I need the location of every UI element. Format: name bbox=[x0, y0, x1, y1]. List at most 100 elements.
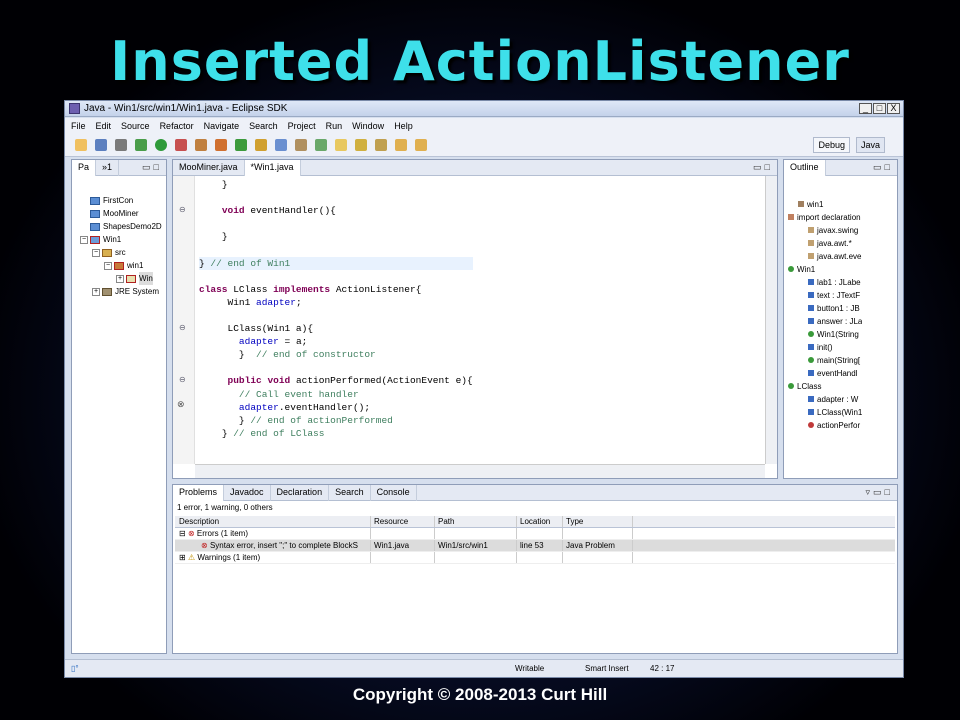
external-tools-icon[interactable] bbox=[175, 138, 187, 151]
highlight-icon[interactable] bbox=[335, 138, 347, 151]
new-java-project-icon[interactable] bbox=[195, 138, 207, 151]
tab-console[interactable]: Console bbox=[371, 484, 417, 501]
new-icon[interactable] bbox=[75, 138, 87, 151]
expand-icon[interactable]: ⊞ bbox=[179, 553, 188, 562]
table-row[interactable]: ⊟ ⊗ Errors (1 item) bbox=[175, 528, 895, 540]
open-type-icon[interactable] bbox=[255, 138, 267, 151]
tab-problems[interactable]: Problems bbox=[173, 484, 225, 501]
class-icon bbox=[788, 383, 794, 389]
project-folder-icon bbox=[90, 196, 100, 205]
import-icon bbox=[808, 227, 814, 233]
menu-run[interactable]: Run bbox=[326, 121, 343, 131]
col-description[interactable]: Description bbox=[175, 516, 371, 527]
tab-overflow[interactable]: »1 bbox=[96, 159, 120, 176]
editor-horizontal-scrollbar[interactable] bbox=[195, 464, 765, 478]
fold-icon[interactable]: ⊖ bbox=[179, 375, 186, 384]
outline-item[interactable]: LClass(Win1 bbox=[788, 406, 862, 419]
outline-item[interactable]: import declaration bbox=[788, 211, 862, 224]
run-icon[interactable] bbox=[155, 138, 167, 151]
forward-arrow-icon[interactable] bbox=[415, 138, 427, 151]
panel-minmax-icon[interactable]: ▭□ bbox=[873, 162, 893, 173]
collapse-icon[interactable]: ⊟ bbox=[179, 529, 188, 538]
open-folder-icon[interactable] bbox=[295, 138, 307, 151]
outline-item[interactable]: javax.swing bbox=[788, 224, 862, 237]
save-icon[interactable] bbox=[95, 138, 107, 151]
menu-project[interactable]: Project bbox=[288, 121, 316, 131]
outline-item[interactable]: java.awt.eve bbox=[788, 250, 862, 263]
tab-win1-java[interactable]: *Win1.java bbox=[244, 159, 301, 176]
outline-item[interactable]: LClass bbox=[788, 380, 862, 393]
outline-item[interactable]: win1 bbox=[788, 198, 862, 211]
menu-source[interactable]: Source bbox=[121, 121, 150, 131]
new-package-icon[interactable] bbox=[215, 138, 227, 151]
fold-icon[interactable]: ⊖ bbox=[179, 323, 186, 332]
tree-item[interactable]: − win1 bbox=[76, 259, 162, 272]
tree-item[interactable]: + JRE System bbox=[76, 285, 162, 298]
tab-package-explorer[interactable]: Pa bbox=[72, 159, 97, 176]
menu-file[interactable]: File bbox=[71, 121, 86, 131]
tree-item[interactable]: MooMiner bbox=[76, 207, 162, 220]
prev-annotation-icon[interactable] bbox=[375, 138, 387, 151]
outline-item[interactable]: main(String[ bbox=[788, 354, 862, 367]
outline-item[interactable]: Win1 bbox=[788, 263, 862, 276]
tab-javadoc[interactable]: Javadoc bbox=[224, 484, 271, 501]
col-location[interactable]: Location bbox=[517, 516, 563, 527]
tab-search[interactable]: Search bbox=[329, 484, 371, 501]
menu-refactor[interactable]: Refactor bbox=[160, 121, 194, 131]
menu-navigate[interactable]: Navigate bbox=[204, 121, 240, 131]
col-type[interactable]: Type bbox=[563, 516, 633, 527]
tree-item[interactable]: + Win bbox=[76, 272, 162, 285]
outline-item[interactable]: actionPerfor bbox=[788, 419, 862, 432]
minimize-button[interactable]: _ bbox=[859, 103, 872, 114]
panel-minmax-icon[interactable]: ▿▭□ bbox=[866, 487, 893, 498]
panel-minmax-icon[interactable]: ▭□ bbox=[142, 162, 162, 173]
tab-moominer-java[interactable]: MooMiner.java bbox=[173, 159, 245, 176]
editor-gutter: ⊖ ⊖ ⊖ ⊗ bbox=[173, 176, 195, 464]
col-path[interactable]: Path bbox=[435, 516, 517, 527]
tab-outline[interactable]: Outline bbox=[784, 159, 826, 176]
outline-item[interactable]: text : JTextF bbox=[788, 289, 862, 302]
main-toolbar bbox=[65, 133, 903, 157]
tree-item[interactable]: − src bbox=[76, 246, 162, 259]
fast-view-icon[interactable]: ▯° bbox=[71, 664, 79, 673]
outline-item[interactable]: lab1 : JLabe bbox=[788, 276, 862, 289]
error-marker-icon[interactable]: ⊗ bbox=[177, 399, 185, 410]
field-icon bbox=[808, 318, 814, 324]
project-folder-icon bbox=[90, 222, 100, 231]
fold-icon[interactable]: ⊖ bbox=[179, 205, 186, 214]
outline-item[interactable]: java.awt.* bbox=[788, 237, 862, 250]
perspective-debug[interactable]: Debug bbox=[813, 137, 850, 153]
outline-item[interactable]: Win1(String bbox=[788, 328, 862, 341]
col-resource[interactable]: Resource bbox=[371, 516, 435, 527]
perspective-java[interactable]: Java bbox=[855, 137, 885, 153]
panel-minmax-icon[interactable]: ▭□ bbox=[753, 162, 773, 173]
tree-item[interactable]: FirstCon bbox=[76, 194, 162, 207]
new-class-icon[interactable] bbox=[235, 138, 247, 151]
maximize-button[interactable]: □ bbox=[873, 103, 886, 114]
problems-panel: Problems Javadoc Declaration Search Cons… bbox=[172, 484, 898, 654]
outline-item[interactable]: eventHandl bbox=[788, 367, 862, 380]
table-row[interactable]: ⊗ Syntax error, insert ";" to complete B… bbox=[175, 540, 895, 552]
toggle-mark-icon[interactable] bbox=[315, 138, 327, 151]
tree-item[interactable]: ShapesDemo2D bbox=[76, 220, 162, 233]
outline-item[interactable]: answer : JLa bbox=[788, 315, 862, 328]
menu-help[interactable]: Help bbox=[394, 121, 413, 131]
menu-edit[interactable]: Edit bbox=[96, 121, 112, 131]
next-annotation-icon[interactable] bbox=[355, 138, 367, 151]
search-icon[interactable] bbox=[275, 138, 287, 151]
editor-vertical-scrollbar[interactable] bbox=[765, 176, 777, 464]
print-icon[interactable] bbox=[115, 138, 127, 151]
menu-search[interactable]: Search bbox=[249, 121, 278, 131]
package-explorer-panel: Pa »1 ▭□ FirstCon MooMiner ShapesDemo2D … bbox=[71, 159, 167, 654]
close-button[interactable]: X bbox=[887, 103, 900, 114]
outline-item[interactable]: adapter : W bbox=[788, 393, 862, 406]
outline-item[interactable]: button1 : JB bbox=[788, 302, 862, 315]
tree-item[interactable]: − Win1 bbox=[76, 233, 162, 246]
tab-declaration[interactable]: Declaration bbox=[271, 484, 330, 501]
table-row[interactable]: ⊞ ⚠ Warnings (1 item) bbox=[175, 552, 895, 564]
debug-icon[interactable] bbox=[135, 138, 147, 151]
code-editor[interactable]: ⊖ ⊖ ⊖ ⊗ } void eventHandler(){ }} // end… bbox=[173, 176, 777, 478]
outline-item[interactable]: init() bbox=[788, 341, 862, 354]
menu-window[interactable]: Window bbox=[352, 121, 384, 131]
back-arrow-icon[interactable] bbox=[395, 138, 407, 151]
